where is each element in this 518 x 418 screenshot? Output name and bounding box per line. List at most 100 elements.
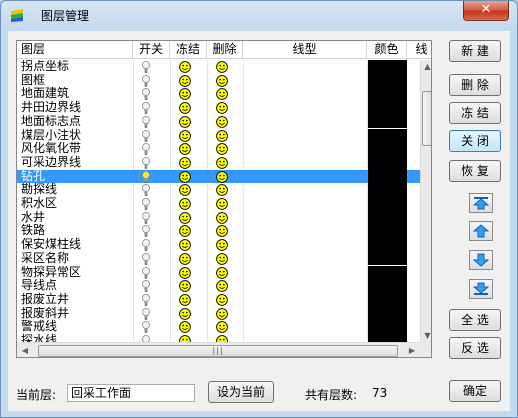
freeze-smiley-icon[interactable] — [179, 61, 191, 73]
move-down-button[interactable] — [469, 250, 493, 270]
lightbulb-icon[interactable] — [142, 225, 150, 238]
layer-color-swatch[interactable] — [368, 265, 407, 280]
freeze-smiley-icon[interactable] — [179, 102, 191, 114]
freeze-smiley-icon[interactable] — [179, 280, 191, 293]
lightbulb-icon[interactable] — [142, 335, 150, 342]
delete-smiley-icon[interactable] — [216, 252, 228, 265]
horizontal-scroll-thumb[interactable]: ||| — [38, 345, 398, 357]
delete-smiley-icon[interactable] — [216, 280, 228, 293]
lightbulb-icon[interactable] — [142, 143, 150, 155]
list-item[interactable]: 报废立井 — [17, 292, 421, 307]
freeze-smiley-icon[interactable] — [179, 321, 191, 334]
lightbulb-icon[interactable] — [142, 184, 150, 197]
delete-smiley-icon[interactable] — [216, 239, 228, 251]
list-item[interactable]: 保安煤柱线 — [17, 238, 421, 252]
delete-smiley-icon[interactable] — [216, 115, 228, 128]
layer-color-swatch[interactable] — [368, 60, 407, 74]
layer-color-swatch[interactable] — [368, 210, 407, 225]
freeze-smiley-icon[interactable] — [179, 115, 191, 128]
layer-color-swatch[interactable] — [368, 183, 407, 197]
freeze-smiley-icon[interactable] — [179, 170, 191, 183]
freeze-smiley-icon[interactable] — [179, 252, 191, 265]
list-item[interactable]: 煤层小注状 — [17, 128, 421, 143]
lightbulb-icon[interactable] — [142, 211, 150, 224]
lightbulb-icon[interactable] — [142, 266, 150, 279]
layer-color-swatch[interactable] — [368, 87, 407, 102]
close-button[interactable]: ✕ — [463, 1, 509, 21]
lightbulb-icon[interactable] — [142, 129, 150, 142]
layer-color-swatch[interactable] — [368, 73, 407, 88]
layer-color-swatch[interactable] — [368, 169, 407, 184]
delete-button[interactable]: 删 除 — [449, 74, 501, 96]
column-header-linewidth[interactable]: 线 — [407, 41, 431, 59]
scroll-right-icon[interactable]: ▶ — [404, 343, 420, 357]
freeze-smiley-icon[interactable] — [179, 143, 191, 156]
scroll-down-icon[interactable]: ▼ — [421, 329, 431, 342]
layer-color-swatch[interactable] — [368, 251, 407, 266]
lightbulb-icon[interactable] — [142, 307, 150, 320]
freeze-smiley-icon[interactable] — [179, 211, 191, 224]
freeze-smiley-icon[interactable] — [179, 129, 191, 142]
lightbulb-icon[interactable] — [142, 198, 150, 210]
delete-smiley-icon[interactable] — [216, 198, 228, 210]
list-item[interactable]: 物探异常区 — [17, 265, 421, 280]
lightbulb-icon[interactable] — [142, 156, 150, 169]
list-item[interactable]: 拐点坐标 — [17, 60, 421, 74]
layer-color-swatch[interactable] — [368, 320, 407, 334]
delete-smiley-icon[interactable] — [216, 157, 228, 169]
freeze-smiley-icon[interactable] — [179, 157, 191, 169]
ok-button[interactable]: 确定 — [449, 380, 501, 402]
list-item[interactable]: 可采边界线 — [17, 155, 421, 170]
layer-color-swatch[interactable] — [368, 238, 407, 252]
delete-smiley-icon[interactable] — [216, 307, 228, 320]
freeze-button[interactable]: 冻 结 — [449, 102, 501, 124]
layer-color-swatch[interactable] — [368, 155, 407, 170]
list-item[interactable]: 水井 — [17, 210, 421, 225]
freeze-smiley-icon[interactable] — [179, 266, 191, 279]
delete-smiley-icon[interactable] — [216, 225, 228, 238]
layer-color-swatch[interactable] — [368, 279, 407, 293]
lightbulb-icon[interactable] — [142, 115, 150, 128]
freeze-smiley-icon[interactable] — [179, 307, 191, 320]
column-header-freeze[interactable]: 冻结 — [170, 41, 207, 59]
move-bottom-button[interactable] — [469, 279, 493, 299]
column-header-delete[interactable]: 删除 — [207, 41, 243, 59]
new-button[interactable]: 新 建 — [449, 40, 501, 62]
delete-smiley-icon[interactable] — [216, 143, 228, 156]
delete-smiley-icon[interactable] — [216, 266, 228, 279]
layer-color-swatch[interactable] — [368, 292, 407, 307]
close-layer-button[interactable]: 关 闭 — [449, 130, 501, 152]
delete-smiley-icon[interactable] — [216, 102, 228, 114]
freeze-smiley-icon[interactable] — [179, 184, 191, 197]
delete-smiley-icon[interactable] — [216, 211, 228, 224]
set-current-button[interactable]: 设为当前 — [208, 381, 274, 403]
lightbulb-icon[interactable] — [142, 61, 150, 73]
layer-color-swatch[interactable] — [368, 142, 407, 156]
layer-color-swatch[interactable] — [368, 334, 407, 342]
list-item[interactable]: 报废斜井 — [17, 306, 421, 321]
delete-smiley-icon[interactable] — [216, 74, 228, 87]
freeze-smiley-icon[interactable] — [179, 88, 191, 101]
delete-smiley-icon[interactable] — [216, 129, 228, 142]
list-item[interactable]: 勘探线 — [17, 183, 421, 197]
list-item[interactable]: 地面建筑 — [17, 87, 421, 102]
list-item[interactable]: 积水区 — [17, 197, 421, 211]
freeze-smiley-icon[interactable] — [179, 198, 191, 210]
column-header-switch[interactable]: 开关 — [133, 41, 170, 59]
vertical-scrollbar[interactable]: ▲ ▼ — [420, 60, 431, 342]
vertical-scroll-thumb[interactable] — [422, 91, 431, 146]
list-item[interactable]: 地面标志点 — [17, 114, 421, 129]
lightbulb-icon[interactable] — [142, 102, 150, 114]
restore-button[interactable]: 恢 复 — [449, 160, 501, 182]
lightbulb-icon[interactable] — [142, 293, 150, 306]
horizontal-scrollbar[interactable]: ◀ ||| ▶ — [17, 342, 420, 357]
column-header-layer[interactable]: 图层 — [17, 41, 133, 59]
freeze-smiley-icon[interactable] — [179, 225, 191, 238]
layer-list[interactable]: 图层 开关 冻结 删除 线型 颜色 线 拐点坐标 图框 地面建筑 井田边界线 地面标志点… — [16, 40, 432, 358]
delete-smiley-icon[interactable] — [216, 88, 228, 101]
layer-color-swatch[interactable] — [368, 101, 407, 115]
move-top-button[interactable] — [469, 193, 493, 213]
delete-smiley-icon[interactable] — [216, 294, 228, 306]
lightbulb-icon[interactable] — [142, 74, 150, 87]
freeze-smiley-icon[interactable] — [179, 74, 191, 87]
